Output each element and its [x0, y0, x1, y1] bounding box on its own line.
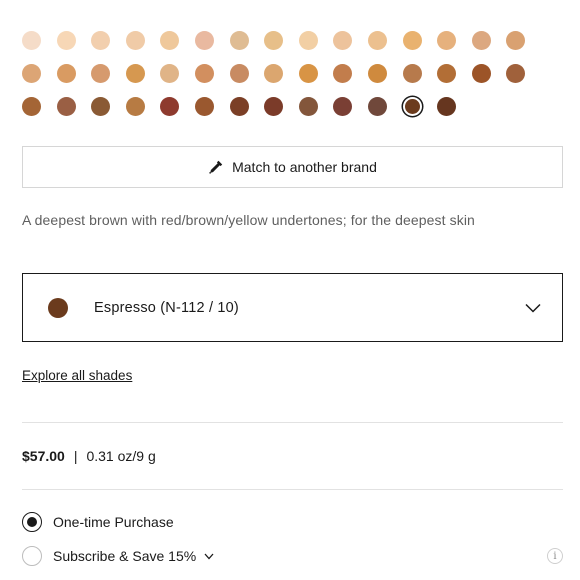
shade-swatch[interactable] [402, 31, 422, 50]
shade-swatch[interactable] [125, 31, 145, 50]
subscribe-label: Subscribe & Save 15% [53, 548, 197, 564]
one-time-purchase-label: One-time Purchase [53, 514, 174, 530]
shade-swatch[interactable] [506, 64, 526, 83]
shade-swatch[interactable] [160, 31, 180, 50]
price-row: $57.00 | 0.31 oz/9 g [22, 448, 156, 464]
shade-swatch[interactable] [333, 31, 353, 50]
swatch-row [22, 31, 542, 53]
shade-swatch[interactable] [471, 64, 491, 83]
shade-swatch[interactable] [437, 97, 457, 116]
explore-all-shades-link[interactable]: Explore all shades [22, 368, 132, 383]
shade-swatch[interactable] [56, 31, 76, 50]
shade-swatch[interactable] [194, 31, 214, 50]
match-button-label: Match to another brand [232, 159, 377, 175]
shade-swatch[interactable] [229, 97, 249, 116]
one-time-purchase-option[interactable]: One-time Purchase [22, 512, 174, 532]
shade-swatch[interactable] [298, 64, 318, 83]
swatch-row [22, 64, 542, 86]
one-time-purchase-radio[interactable] [22, 512, 42, 532]
shade-swatch[interactable] [402, 64, 422, 83]
shade-swatch[interactable] [125, 64, 145, 83]
shade-swatch[interactable] [160, 97, 180, 116]
shade-swatch[interactable] [160, 64, 180, 83]
product-size: 0.31 oz/9 g [86, 448, 156, 464]
shade-swatch[interactable] [91, 31, 111, 50]
selected-shade-dot [48, 297, 68, 318]
divider [22, 422, 563, 423]
shade-swatch[interactable] [404, 99, 420, 114]
shade-swatch[interactable] [22, 64, 41, 83]
shade-description: A deepest brown with red/brown/yellow un… [22, 212, 475, 228]
shade-swatch[interactable] [333, 97, 353, 116]
shade-swatch[interactable] [22, 97, 41, 116]
shade-swatch[interactable] [437, 31, 457, 50]
shade-swatch[interactable] [56, 97, 76, 116]
shade-swatch[interactable] [22, 31, 41, 50]
selected-shade-label: Espresso (N-112 / 10) [94, 299, 239, 316]
chevron-down-icon[interactable] [204, 553, 214, 560]
eyedropper-icon [209, 160, 223, 174]
shade-swatch[interactable] [367, 31, 387, 50]
divider [22, 489, 563, 490]
shade-swatch[interactable] [194, 64, 214, 83]
shade-swatch[interactable] [125, 97, 145, 116]
shade-swatch[interactable] [264, 64, 284, 83]
shade-swatch[interactable] [506, 31, 526, 50]
shade-swatch[interactable] [264, 97, 284, 116]
shade-swatch[interactable] [298, 97, 318, 116]
shade-swatch[interactable] [56, 64, 76, 83]
swatch-row [22, 97, 542, 119]
shade-swatch[interactable] [298, 31, 318, 50]
shade-swatch[interactable] [91, 64, 111, 83]
subscribe-and-save-option[interactable]: Subscribe & Save 15% [22, 546, 214, 566]
subscribe-radio[interactable] [22, 546, 42, 566]
shade-dropdown[interactable]: Espresso (N-112 / 10) [22, 273, 563, 342]
chevron-down-icon [525, 303, 541, 313]
shade-swatch[interactable] [367, 64, 387, 83]
shade-swatch[interactable] [437, 64, 457, 83]
shade-swatch[interactable] [229, 31, 249, 50]
shade-swatch[interactable] [229, 64, 249, 83]
shade-swatch[interactable] [91, 97, 111, 116]
shade-swatch-grid [22, 31, 542, 130]
shade-swatch[interactable] [333, 64, 353, 83]
match-to-another-brand-button[interactable]: Match to another brand [22, 146, 563, 188]
price-separator: | [73, 448, 78, 464]
shade-swatch[interactable] [264, 31, 284, 50]
shade-swatch[interactable] [471, 31, 491, 50]
shade-swatch[interactable] [194, 97, 214, 116]
price-amount: $57.00 [22, 448, 65, 464]
info-icon[interactable]: i [547, 548, 563, 564]
shade-swatch[interactable] [367, 97, 387, 116]
